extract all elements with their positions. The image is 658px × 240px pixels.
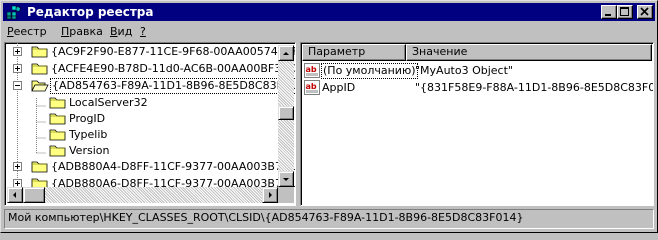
column-header-name[interactable]: Параметр xyxy=(302,44,406,61)
tree-item[interactable]: {ADB880A4-D8FF-11CF-9377-00AA003B7A11} xyxy=(5,159,295,175)
menu-help[interactable]: ? xyxy=(140,25,146,39)
tree-item[interactable]: {ACFE4E90-B78D-11d0-AC6B-00AA00BF35C4} xyxy=(5,61,295,77)
folder-icon xyxy=(31,63,48,75)
tree-item-label: {AC9F2F90-E877-11CE-9F68-00AA00574A4F} xyxy=(51,45,296,58)
menu-view-label: ид xyxy=(117,25,133,38)
status-path: Мой компьютер\HKEY_CLASSES_ROOT\CLSID\{A… xyxy=(8,211,524,224)
scroll-up-button[interactable] xyxy=(278,45,294,61)
plus-icon xyxy=(15,66,20,71)
tree-item[interactable]: {AC9F2F90-E877-11CE-9F68-00AA00574A4F} xyxy=(5,44,295,60)
status-bar: Мой компьютер\HKEY_CLASSES_ROOT\CLSID\{A… xyxy=(4,209,654,229)
scrollbar-corner xyxy=(278,187,294,203)
tree-item[interactable]: ProgID xyxy=(5,111,295,127)
registry-editor-window: Редактор реестра Реестр Правка Вид ? {AC… xyxy=(0,0,658,233)
tree-item[interactable]: Version xyxy=(5,143,295,159)
value-row[interactable]: ab AppID "{831F58E9-F88A-11D1-8B96-8E5D8… xyxy=(304,80,653,97)
folder-icon xyxy=(49,145,66,157)
svg-text:ab: ab xyxy=(306,82,317,91)
key-tree-pane[interactable]: {AC9F2F90-E877-11CE-9F68-00AA00574A4F} {… xyxy=(4,42,296,206)
close-button[interactable] xyxy=(637,5,653,19)
tree-vertical-scroll-thumb[interactable] xyxy=(278,106,294,120)
value-name: (По умолчанию) xyxy=(321,63,418,79)
menu-view-accel: В xyxy=(110,25,118,38)
plus-icon xyxy=(15,164,20,169)
tree-item-label: ProgID xyxy=(69,112,106,125)
column-header-name-label: Параметр xyxy=(308,45,366,58)
minimize-button[interactable] xyxy=(601,5,617,19)
folder-open-icon xyxy=(31,80,49,92)
tree-item-label: Typelib xyxy=(69,128,108,141)
string-value-icon: ab xyxy=(304,63,320,78)
tree-item[interactable]: LocalServer32 xyxy=(5,95,295,111)
title-bar[interactable]: Редактор реестра xyxy=(3,3,655,21)
tree-item-label: {ACFE4E90-B78D-11d0-AC6B-00AA00BF35C4} xyxy=(51,62,296,75)
scroll-right-button[interactable] xyxy=(262,187,278,203)
string-value-icon: ab xyxy=(304,80,320,95)
folder-icon xyxy=(49,129,66,141)
tree-horizontal-scrollbar[interactable] xyxy=(7,187,278,203)
arrow-up-icon xyxy=(283,52,289,55)
minimize-icon xyxy=(605,14,611,16)
plus-icon xyxy=(15,181,20,186)
scroll-down-button[interactable] xyxy=(278,171,294,187)
folder-icon xyxy=(31,46,48,58)
tree-item-label: LocalServer32 xyxy=(69,96,148,109)
tree-item-selected[interactable]: {AD854763-F89A-11D1-8B96-8E5D8C83F014} xyxy=(5,78,295,94)
svg-text:ab: ab xyxy=(306,65,317,74)
arrow-down-icon xyxy=(283,178,289,181)
menu-view[interactable]: Вид xyxy=(110,25,132,39)
menu-help-accel: ? xyxy=(140,25,146,38)
value-data: "MyAuto3 Object" xyxy=(415,64,513,77)
menu-registry[interactable]: Реестр xyxy=(7,25,47,39)
maximize-button[interactable] xyxy=(617,5,633,19)
maximize-icon xyxy=(620,7,629,16)
values-list-pane[interactable]: Параметр Значение ab (По умолчанию) "MyA… xyxy=(300,42,654,206)
column-header-value[interactable]: Значение xyxy=(406,44,652,61)
tree-item-label: {ADB880A4-D8FF-11CF-9377-00AA003B7A11} xyxy=(51,160,296,173)
plus-icon xyxy=(15,49,20,54)
menu-edit-label: равка xyxy=(69,25,103,38)
folder-icon xyxy=(31,161,48,173)
menu-registry-label: еестр xyxy=(13,25,47,38)
collapse-button[interactable] xyxy=(13,81,22,90)
close-icon xyxy=(640,7,649,16)
value-data: "{831F58E9-F88A-11D1-8B96-8E5D8C83F014}" xyxy=(415,81,653,94)
column-header-value-label: Значение xyxy=(412,45,468,58)
expand-button[interactable] xyxy=(13,64,22,73)
window-title: Редактор реестра xyxy=(27,5,154,19)
tree-item-label: {AD854763-F89A-11D1-8B96-8E5D8C83F014} xyxy=(50,78,295,94)
value-row[interactable]: ab (По умолчанию) "MyAuto3 Object" xyxy=(304,63,652,80)
tree-horizontal-scroll-thumb[interactable] xyxy=(23,187,45,203)
folder-icon xyxy=(49,113,66,125)
menu-registry-accel: Р xyxy=(7,25,14,38)
registry-editor-app-icon[interactable] xyxy=(6,4,22,20)
expand-button[interactable] xyxy=(13,162,22,171)
arrow-right-icon xyxy=(269,192,272,198)
folder-icon xyxy=(49,97,66,109)
expand-button[interactable] xyxy=(13,47,22,56)
tree-item[interactable]: Typelib xyxy=(5,127,295,143)
menu-edit[interactable]: Правка xyxy=(61,25,103,39)
value-name: AppID xyxy=(322,81,356,94)
minus-icon xyxy=(15,85,20,86)
scroll-left-button[interactable] xyxy=(7,187,23,203)
arrow-left-icon xyxy=(13,192,16,198)
tree-item-label: Version xyxy=(69,144,110,157)
